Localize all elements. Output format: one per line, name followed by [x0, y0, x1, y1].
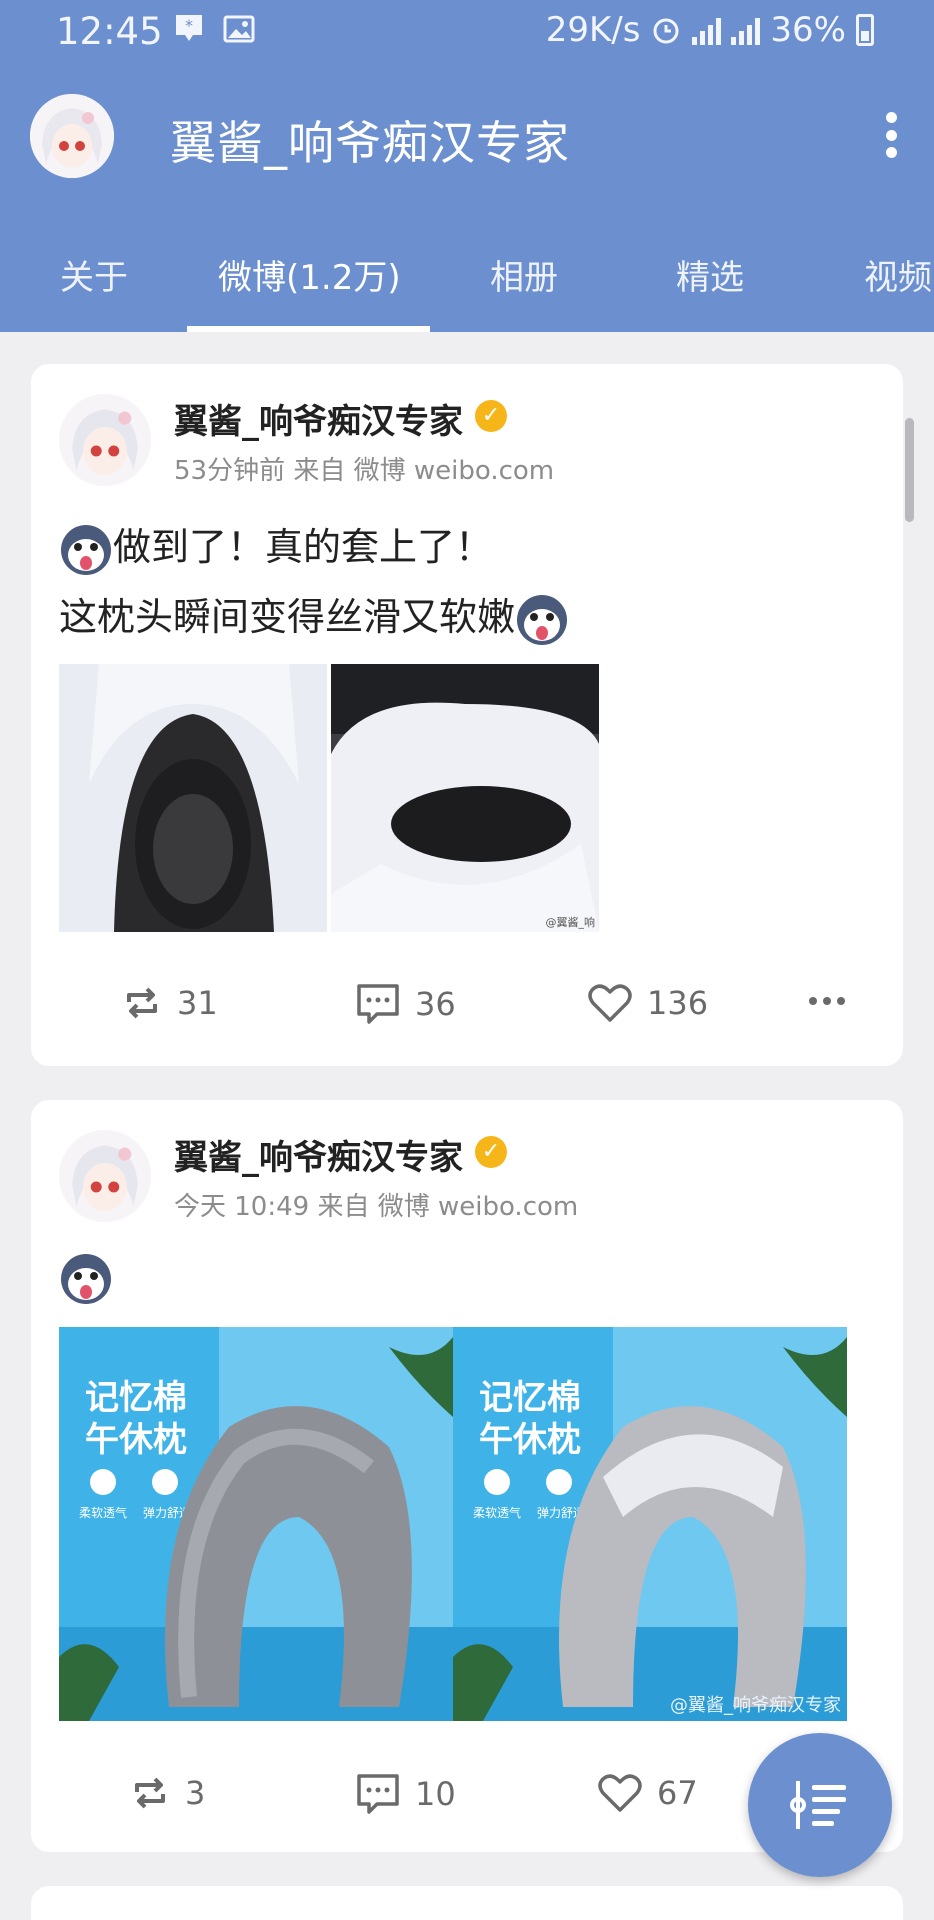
husky-emoji-icon [517, 594, 568, 645]
post-image[interactable]: @翼酱_响 [331, 664, 599, 932]
avatar-image [30, 94, 114, 178]
more-vertical-icon[interactable] [884, 112, 898, 158]
notification-icon: * [176, 15, 202, 41]
post-author[interactable]: 翼酱_响爷痴汉专家 [174, 394, 463, 443]
verified-badge-icon: ✓ [475, 400, 507, 432]
app-header: 12:45 * 29K/s 36% 翼酱_响爷痴汉专家 关于 微博(1.2万) … [0, 0, 934, 332]
comment-button[interactable]: 10 [355, 1772, 456, 1816]
post-avatar[interactable] [59, 394, 151, 486]
status-right: 29K/s 36% [546, 10, 874, 50]
repost-button[interactable]: 3 [129, 1772, 205, 1814]
post-meta: 今天 10:49 来自 微博 weibo.com [174, 1192, 579, 1222]
repost-icon [135, 1777, 165, 1809]
like-button[interactable]: 67 [597, 1772, 698, 1814]
battery-level: 36% [770, 10, 846, 50]
post-meta: 53分钟前 来自 微博 weibo.com [174, 456, 555, 486]
husky-emoji-icon [61, 1254, 111, 1304]
status-time: 12:45 [56, 10, 163, 53]
post-author[interactable]: 翼酱_响爷痴汉专家 [174, 1130, 463, 1179]
post-text-line [59, 1252, 113, 1306]
tab-about[interactable]: 关于 [60, 250, 128, 299]
like-count: 136 [647, 984, 709, 1022]
post-card[interactable] [31, 1886, 903, 1920]
product-headline-2: 午休枕 [85, 1420, 187, 1460]
post-image[interactable]: 记忆棉 午休枕 柔软透气 弹力舒适 @翼酱_响爷痴汉专家 [453, 1327, 847, 1721]
image-watermark: @翼酱_响爷痴汉专家 [670, 1695, 841, 1716]
post-text-2: 这枕头瞬间变得丝滑又软嫩 [59, 595, 516, 639]
product-headline: 记忆棉 [85, 1378, 187, 1418]
post-image[interactable] [59, 664, 327, 932]
alarm-icon [653, 18, 679, 44]
product-headline: 记忆棉 [479, 1378, 581, 1418]
signal-e-icon [692, 15, 722, 45]
post-text-line: 做到了！真的套上了！ [59, 516, 493, 577]
heart-icon [588, 984, 632, 1022]
profile-avatar[interactable] [30, 94, 114, 178]
husky-emoji-icon [61, 524, 111, 575]
post-text-1: 做到了！真的套上了！ [113, 525, 494, 569]
tab-video[interactable]: 视频 [864, 250, 932, 299]
more-horizontal-icon[interactable] [807, 994, 847, 1008]
repost-count: 31 [177, 984, 218, 1022]
image-watermark: @翼酱_响 [546, 915, 596, 929]
repost-count: 3 [185, 1774, 206, 1812]
sort-fab-button[interactable] [748, 1733, 892, 1877]
page-title: 翼酱_响爷痴汉专家 [170, 116, 570, 170]
post-avatar[interactable] [59, 1130, 151, 1222]
product-tag-1: 柔软透气 [79, 1505, 127, 1520]
active-tab-indicator [187, 326, 430, 332]
tab-weibo[interactable]: 微博(1.2万) [218, 250, 401, 299]
tab-album[interactable]: 相册 [490, 250, 558, 299]
repost-button[interactable]: 31 [121, 982, 218, 1024]
status-bar: 12:45 * 29K/s 36% [0, 0, 934, 64]
svg-text:*: * [185, 16, 193, 35]
post-image[interactable]: 记忆棉 午休枕 柔软透气 弹力舒适 [59, 1327, 453, 1721]
product-tag-1: 柔软透气 [473, 1505, 521, 1520]
post-actions: 31 36 136 [31, 982, 903, 1042]
avatar-image [59, 1130, 151, 1222]
avatar-image [59, 394, 151, 486]
gallery-icon [223, 15, 255, 43]
comment-icon [357, 984, 399, 1024]
like-count: 67 [657, 1774, 698, 1812]
comment-icon [357, 1774, 399, 1814]
product-headline-2: 午休枕 [479, 1420, 581, 1460]
sort-list-icon [790, 1781, 846, 1829]
post-card[interactable]: 翼酱_响爷痴汉专家 ✓ 今天 10:49 来自 微博 weibo.com 记忆棉… [31, 1100, 903, 1852]
like-button[interactable]: 136 [587, 982, 708, 1024]
scrollbar[interactable] [905, 418, 914, 522]
heart-icon [598, 1774, 642, 1812]
comment-count: 10 [415, 1775, 456, 1813]
tab-featured[interactable]: 精选 [676, 250, 744, 299]
post-card[interactable]: 翼酱_响爷痴汉专家 ✓ 53分钟前 来自 微博 weibo.com 做到了！真的… [31, 364, 903, 1066]
comment-count: 36 [415, 985, 456, 1023]
verified-badge-icon: ✓ [475, 1136, 507, 1168]
repost-icon [127, 987, 157, 1019]
post-text-line: 这枕头瞬间变得丝滑又软嫩 [59, 586, 569, 647]
signal-4g-icon [731, 15, 761, 45]
net-speed: 29K/s [545, 10, 641, 50]
comment-button[interactable]: 36 [355, 982, 456, 1026]
tab-bar: 关于 微博(1.2万) 相册 精选 视频 [0, 240, 934, 332]
battery-icon [856, 14, 874, 46]
